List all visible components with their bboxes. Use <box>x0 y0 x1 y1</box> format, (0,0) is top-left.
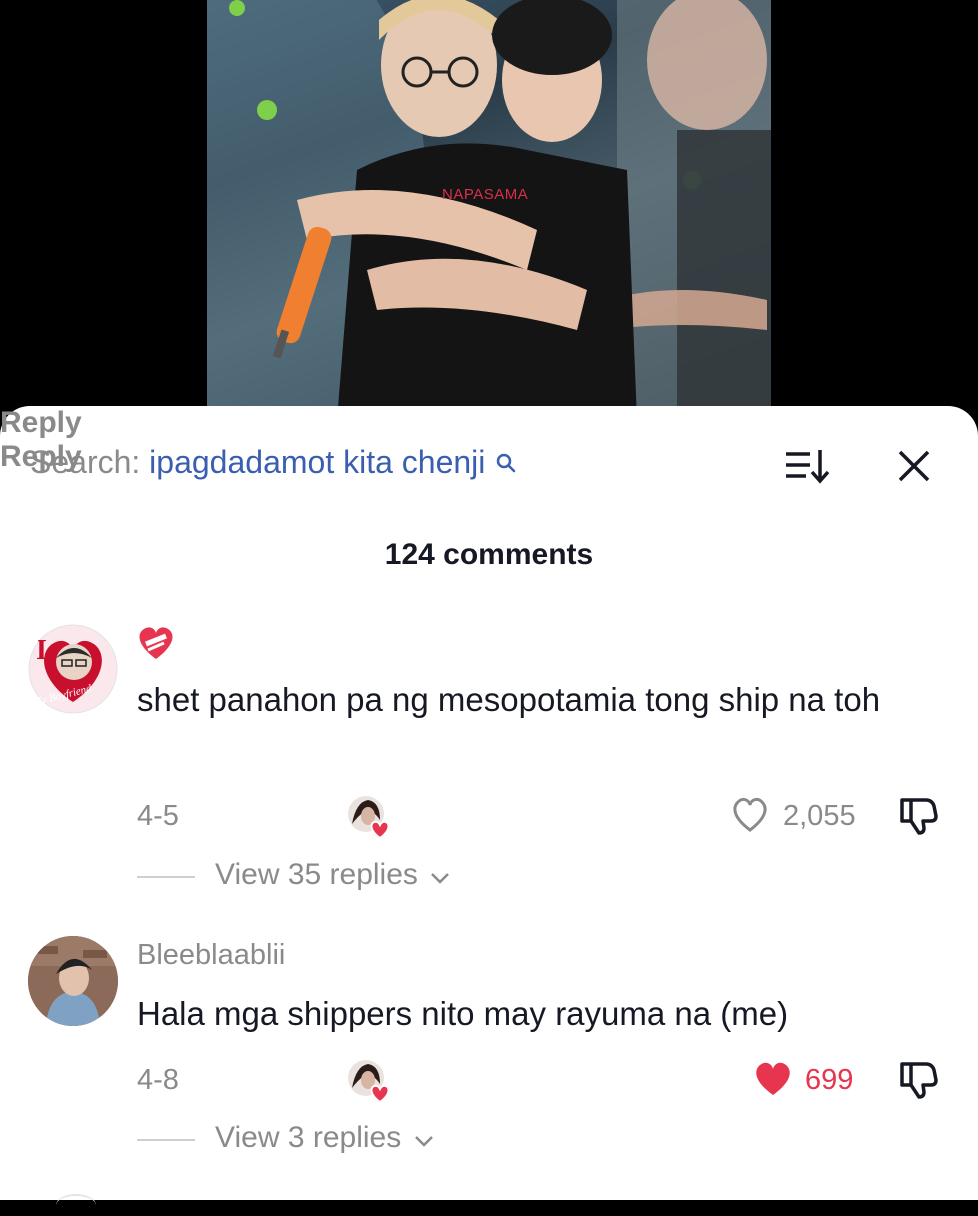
svg-text:I: I <box>36 635 47 666</box>
search-suggestion[interactable]: Search: ipagdadamot kita chenji <box>30 444 516 481</box>
heart-emoji <box>136 624 176 667</box>
next-comment-avatar-peek <box>56 1194 96 1216</box>
close-icon[interactable] <box>894 446 934 486</box>
search-icon <box>496 444 516 481</box>
creator-liked-badge <box>346 794 392 840</box>
chevron-down-icon <box>430 859 450 893</box>
replies-divider <box>137 1139 195 1141</box>
creator-liked-badge <box>346 1058 392 1104</box>
video-player[interactable]: NAPASAMA <box>0 0 978 420</box>
like-heart-icon[interactable] <box>752 1060 794 1103</box>
video-frame[interactable]: NAPASAMA <box>207 0 771 420</box>
view-replies-button[interactable]: View 3 replies <box>215 1121 434 1156</box>
search-prefix-label: Search: <box>30 444 141 480</box>
view-replies-button[interactable]: View 35 replies <box>215 858 450 893</box>
avatar[interactable] <box>28 936 118 1026</box>
view-replies-label: View 3 replies <box>215 1121 402 1154</box>
video-still-image <box>207 0 771 420</box>
comment-date: 4-5 <box>137 800 179 832</box>
sort-icon[interactable] <box>784 446 832 486</box>
dislike-icon[interactable] <box>896 1060 940 1105</box>
chevron-down-icon <box>414 1122 434 1156</box>
dislike-icon[interactable] <box>896 796 940 841</box>
like-heart-icon[interactable] <box>730 796 770 839</box>
comment-text: shet panahon pa ng mesopotamia tong ship… <box>137 681 881 718</box>
comment-date: 4-8 <box>137 1064 179 1096</box>
avatar[interactable]: I My Boyfriend <box>28 624 118 714</box>
replies-divider <box>137 876 195 878</box>
comments-sheet: Search: ipagdadamot kita chenji 124 comm… <box>0 406 978 1200</box>
comment-count: 124 comments <box>384 538 594 571</box>
like-count: 2,055 <box>783 800 856 832</box>
like-count: 699 <box>805 1064 854 1096</box>
view-replies-label: View 35 replies <box>215 858 418 891</box>
search-query-link[interactable]: ipagdadamot kita chenji <box>149 444 485 480</box>
reply-button[interactable]: Reply <box>0 406 978 440</box>
video-watermark: NAPASAMA <box>442 186 529 203</box>
comment-username[interactable]: Bleeblaablii <box>137 939 285 972</box>
comment-text: Hala mga shippers nito may rayuma na (me… <box>137 995 789 1032</box>
